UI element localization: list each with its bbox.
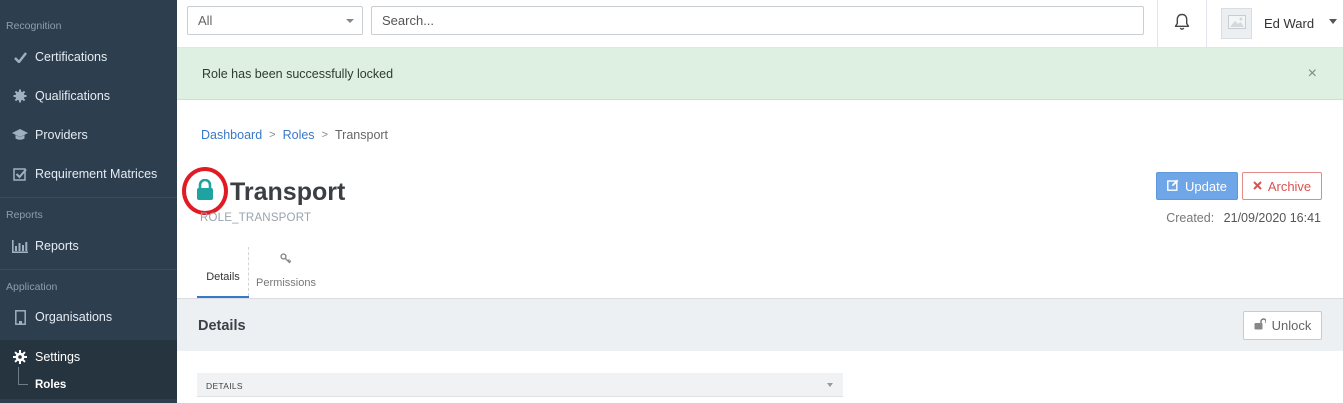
success-alert: Role has been successfully locked × <box>177 48 1343 100</box>
unlock-icon <box>1254 318 1267 333</box>
lock-highlight-circle <box>182 167 228 215</box>
details-panel-header: Details Unlock <box>177 298 1343 351</box>
created-value: 21/09/2020 16:41 <box>1223 211 1321 225</box>
sidebar-item-label: Reports <box>35 239 79 253</box>
update-label: Update <box>1185 178 1227 194</box>
filter-select-value: All <box>198 13 213 28</box>
archive-label: Archive <box>1267 178 1312 194</box>
notifications-button[interactable] <box>1157 0 1207 47</box>
sidebar-item-qualifications[interactable]: Qualifications <box>0 81 177 111</box>
tab-details[interactable]: Details <box>197 247 249 298</box>
sidebar-divider <box>0 269 177 270</box>
sidebar-item-label: Organisations <box>35 310 113 324</box>
breadcrumb-separator: > <box>321 129 328 141</box>
sidebar-item-providers[interactable]: Providers <box>0 120 177 150</box>
alert-message: Role has been successfully locked <box>202 67 394 81</box>
breadcrumb-roles[interactable]: Roles <box>283 128 315 142</box>
key-icon <box>280 253 292 271</box>
unlock-button[interactable]: Unlock <box>1243 311 1322 340</box>
sidebar-item-label: Certifications <box>35 50 108 64</box>
chevron-down-icon <box>827 383 833 387</box>
avatar <box>1221 8 1252 39</box>
sidebar-item-certifications[interactable]: Certifications <box>0 42 177 72</box>
breadcrumb: Dashboard > Roles > Transport <box>201 128 388 142</box>
filter-select[interactable]: All <box>187 6 363 35</box>
breadcrumb-current: Transport <box>335 128 389 142</box>
chevron-down-icon <box>346 19 354 23</box>
badge-icon <box>12 88 28 104</box>
sidebar-item-label: Settings <box>35 349 81 364</box>
sidebar-item-reports[interactable]: Reports <box>0 231 177 261</box>
sidebar-divider <box>0 197 177 198</box>
sidebar-section-reports: Reports <box>6 209 43 221</box>
checkbox-icon <box>12 166 28 182</box>
sidebar-item-organisations[interactable]: Organisations <box>0 302 177 332</box>
user-name: Ed Ward <box>1264 16 1315 31</box>
building-icon <box>12 309 28 325</box>
unlock-label: Unlock <box>1271 318 1312 333</box>
breadcrumb-dashboard[interactable]: Dashboard <box>201 128 262 142</box>
tab-label: Details <box>206 271 240 283</box>
bell-icon <box>1174 13 1190 34</box>
role-code: ROLE_TRANSPORT <box>200 212 312 224</box>
tab-divider <box>248 247 249 296</box>
image-placeholder-icon <box>1227 15 1246 32</box>
lock-icon <box>196 178 214 204</box>
user-menu[interactable]: Ed Ward <box>1221 0 1343 47</box>
x-icon <box>1253 179 1262 193</box>
sidebar-subitem-roles[interactable]: Roles <box>0 367 177 399</box>
sidebar-item-label: Qualifications <box>35 89 111 103</box>
sidebar-section-application: Application <box>6 281 58 293</box>
breadcrumb-separator: > <box>269 129 276 141</box>
sidebar-item-label: Requirement Matrices <box>35 167 158 181</box>
created-label: Created: <box>1166 211 1215 225</box>
top-bar: All Ed Ward <box>177 0 1343 48</box>
close-icon[interactable]: × <box>1308 65 1317 83</box>
sidebar: Recognition Certifications Qualification… <box>0 0 177 403</box>
panel-title: Details <box>198 318 246 334</box>
check-icon <box>12 49 28 65</box>
sidebar-item-label: Providers <box>35 128 88 142</box>
bar-chart-icon <box>12 238 28 254</box>
update-button[interactable]: Update <box>1156 172 1238 200</box>
graduation-cap-icon <box>12 127 28 143</box>
sidebar-item-requirement-matrices[interactable]: Requirement Matrices <box>0 159 177 189</box>
created-info: Created: 21/09/2020 16:41 <box>1166 211 1321 225</box>
chevron-down-icon <box>1329 19 1337 24</box>
search-input[interactable] <box>371 6 1144 35</box>
subpanel-title: DETAILS <box>206 381 243 391</box>
gear-icon <box>12 349 28 365</box>
sidebar-subitem-label: Roles <box>35 379 67 391</box>
page-title: Transport <box>230 178 346 206</box>
archive-button[interactable]: Archive <box>1242 172 1322 200</box>
details-subpanel-header[interactable]: DETAILS <box>197 373 843 397</box>
edit-icon <box>1167 179 1179 194</box>
tab-permissions[interactable]: Permissions <box>252 247 320 298</box>
tree-branch-line <box>18 367 28 385</box>
sidebar-section-recognition: Recognition <box>6 20 62 32</box>
tab-label: Permissions <box>256 277 316 289</box>
